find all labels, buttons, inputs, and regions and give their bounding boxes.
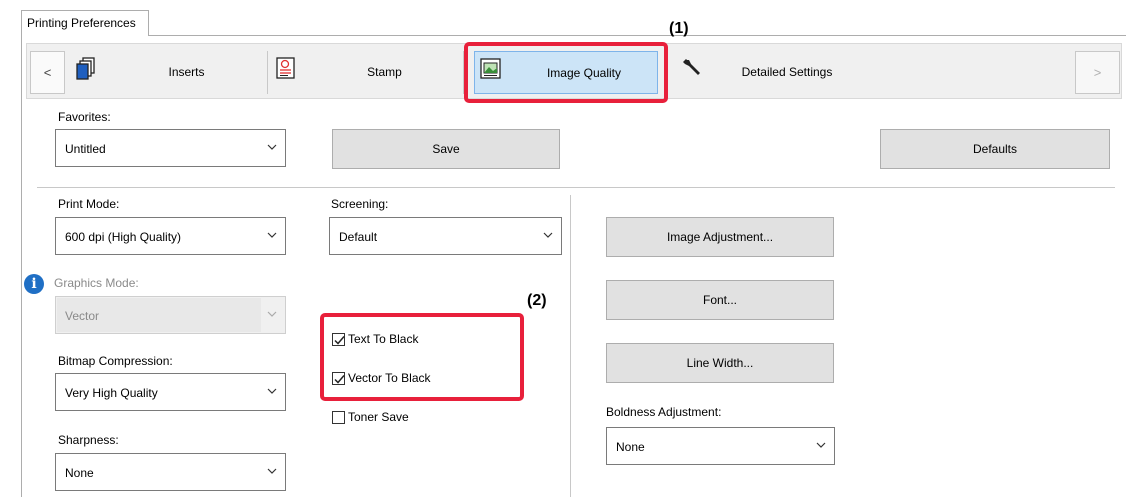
screening-select[interactable]: Default <box>329 217 562 255</box>
favorites-value: Untitled <box>65 142 106 156</box>
sharpness-label: Sharpness: <box>58 433 119 447</box>
tab-stamp-label: Stamp <box>367 65 402 79</box>
tab-scroll-left-button[interactable]: < <box>30 51 65 94</box>
stamp-icon <box>274 56 298 80</box>
tab-inserts-label: Inserts <box>168 65 205 79</box>
tab-detailed-settings[interactable]: Detailed Settings <box>676 51 866 94</box>
vertical-divider <box>570 195 571 497</box>
favorites-select[interactable]: Untitled <box>55 129 286 167</box>
chevron-down-icon <box>267 232 277 238</box>
checkmark-icon <box>334 335 345 345</box>
screening-label: Screening: <box>331 197 389 211</box>
chevron-down-icon <box>543 232 553 238</box>
tab-scroll-right-button[interactable]: > <box>1075 51 1120 94</box>
graphics-mode-label: Graphics Mode: <box>54 276 139 290</box>
section-divider <box>37 187 1115 188</box>
boldness-adjustment-label: Boldness Adjustment: <box>606 405 722 419</box>
print-mode-value: 600 dpi (High Quality) <box>65 230 182 244</box>
boldness-adjustment-value: None <box>616 440 645 454</box>
graphics-mode-select: Vector <box>55 296 286 334</box>
bitmap-compression-select[interactable]: Very High Quality <box>55 373 286 411</box>
defaults-button[interactable]: Defaults <box>880 129 1110 169</box>
vector-to-black-checkbox[interactable]: Vector To Black <box>332 371 431 385</box>
favorites-label: Favorites: <box>58 110 111 124</box>
line-width-button[interactable]: Line Width... <box>606 343 834 383</box>
graphics-mode-value: Vector <box>65 309 100 323</box>
tab-detailed-settings-label: Detailed Settings <box>741 65 833 79</box>
print-mode-label: Print Mode: <box>58 197 120 211</box>
toner-save-checkbox[interactable]: Toner Save <box>332 410 409 424</box>
font-button[interactable]: Font... <box>606 280 834 320</box>
chevron-down-icon <box>267 144 277 150</box>
annotation-label-2: (2) <box>527 292 547 309</box>
bitmap-compression-label: Bitmap Compression: <box>58 354 173 368</box>
sharpness-value: None <box>65 466 94 480</box>
inserts-icon <box>74 56 98 80</box>
dialog-panel <box>21 35 1126 497</box>
window-tab-printing-preferences[interactable]: Printing Preferences <box>21 10 149 36</box>
highlight-box-2 <box>320 313 524 401</box>
chevron-down-icon <box>816 442 826 448</box>
tab-inserts[interactable]: Inserts <box>70 51 268 94</box>
text-to-black-label: Text To Black <box>348 332 419 346</box>
boldness-adjustment-select[interactable]: None <box>606 427 835 465</box>
info-icon: i <box>24 274 44 294</box>
tab-stamp[interactable]: Stamp <box>270 51 464 94</box>
chevron-down-icon <box>267 311 277 317</box>
checkmark-icon <box>334 374 345 384</box>
image-adjustment-button[interactable]: Image Adjustment... <box>606 217 834 257</box>
screening-value: Default <box>339 230 378 244</box>
chevron-down-icon <box>267 468 277 474</box>
sharpness-select[interactable]: None <box>55 453 286 491</box>
annotation-label-1: (1) <box>669 20 689 37</box>
toner-save-label: Toner Save <box>348 410 409 424</box>
bitmap-compression-value: Very High Quality <box>65 386 158 400</box>
print-mode-select[interactable]: 600 dpi (High Quality) <box>55 217 286 255</box>
highlight-box-1 <box>464 42 668 103</box>
save-button[interactable]: Save <box>332 129 560 169</box>
wrench-icon <box>680 56 704 80</box>
text-to-black-checkbox[interactable]: Text To Black <box>332 332 418 346</box>
chevron-down-icon <box>267 388 277 394</box>
vector-to-black-label: Vector To Black <box>348 371 431 385</box>
